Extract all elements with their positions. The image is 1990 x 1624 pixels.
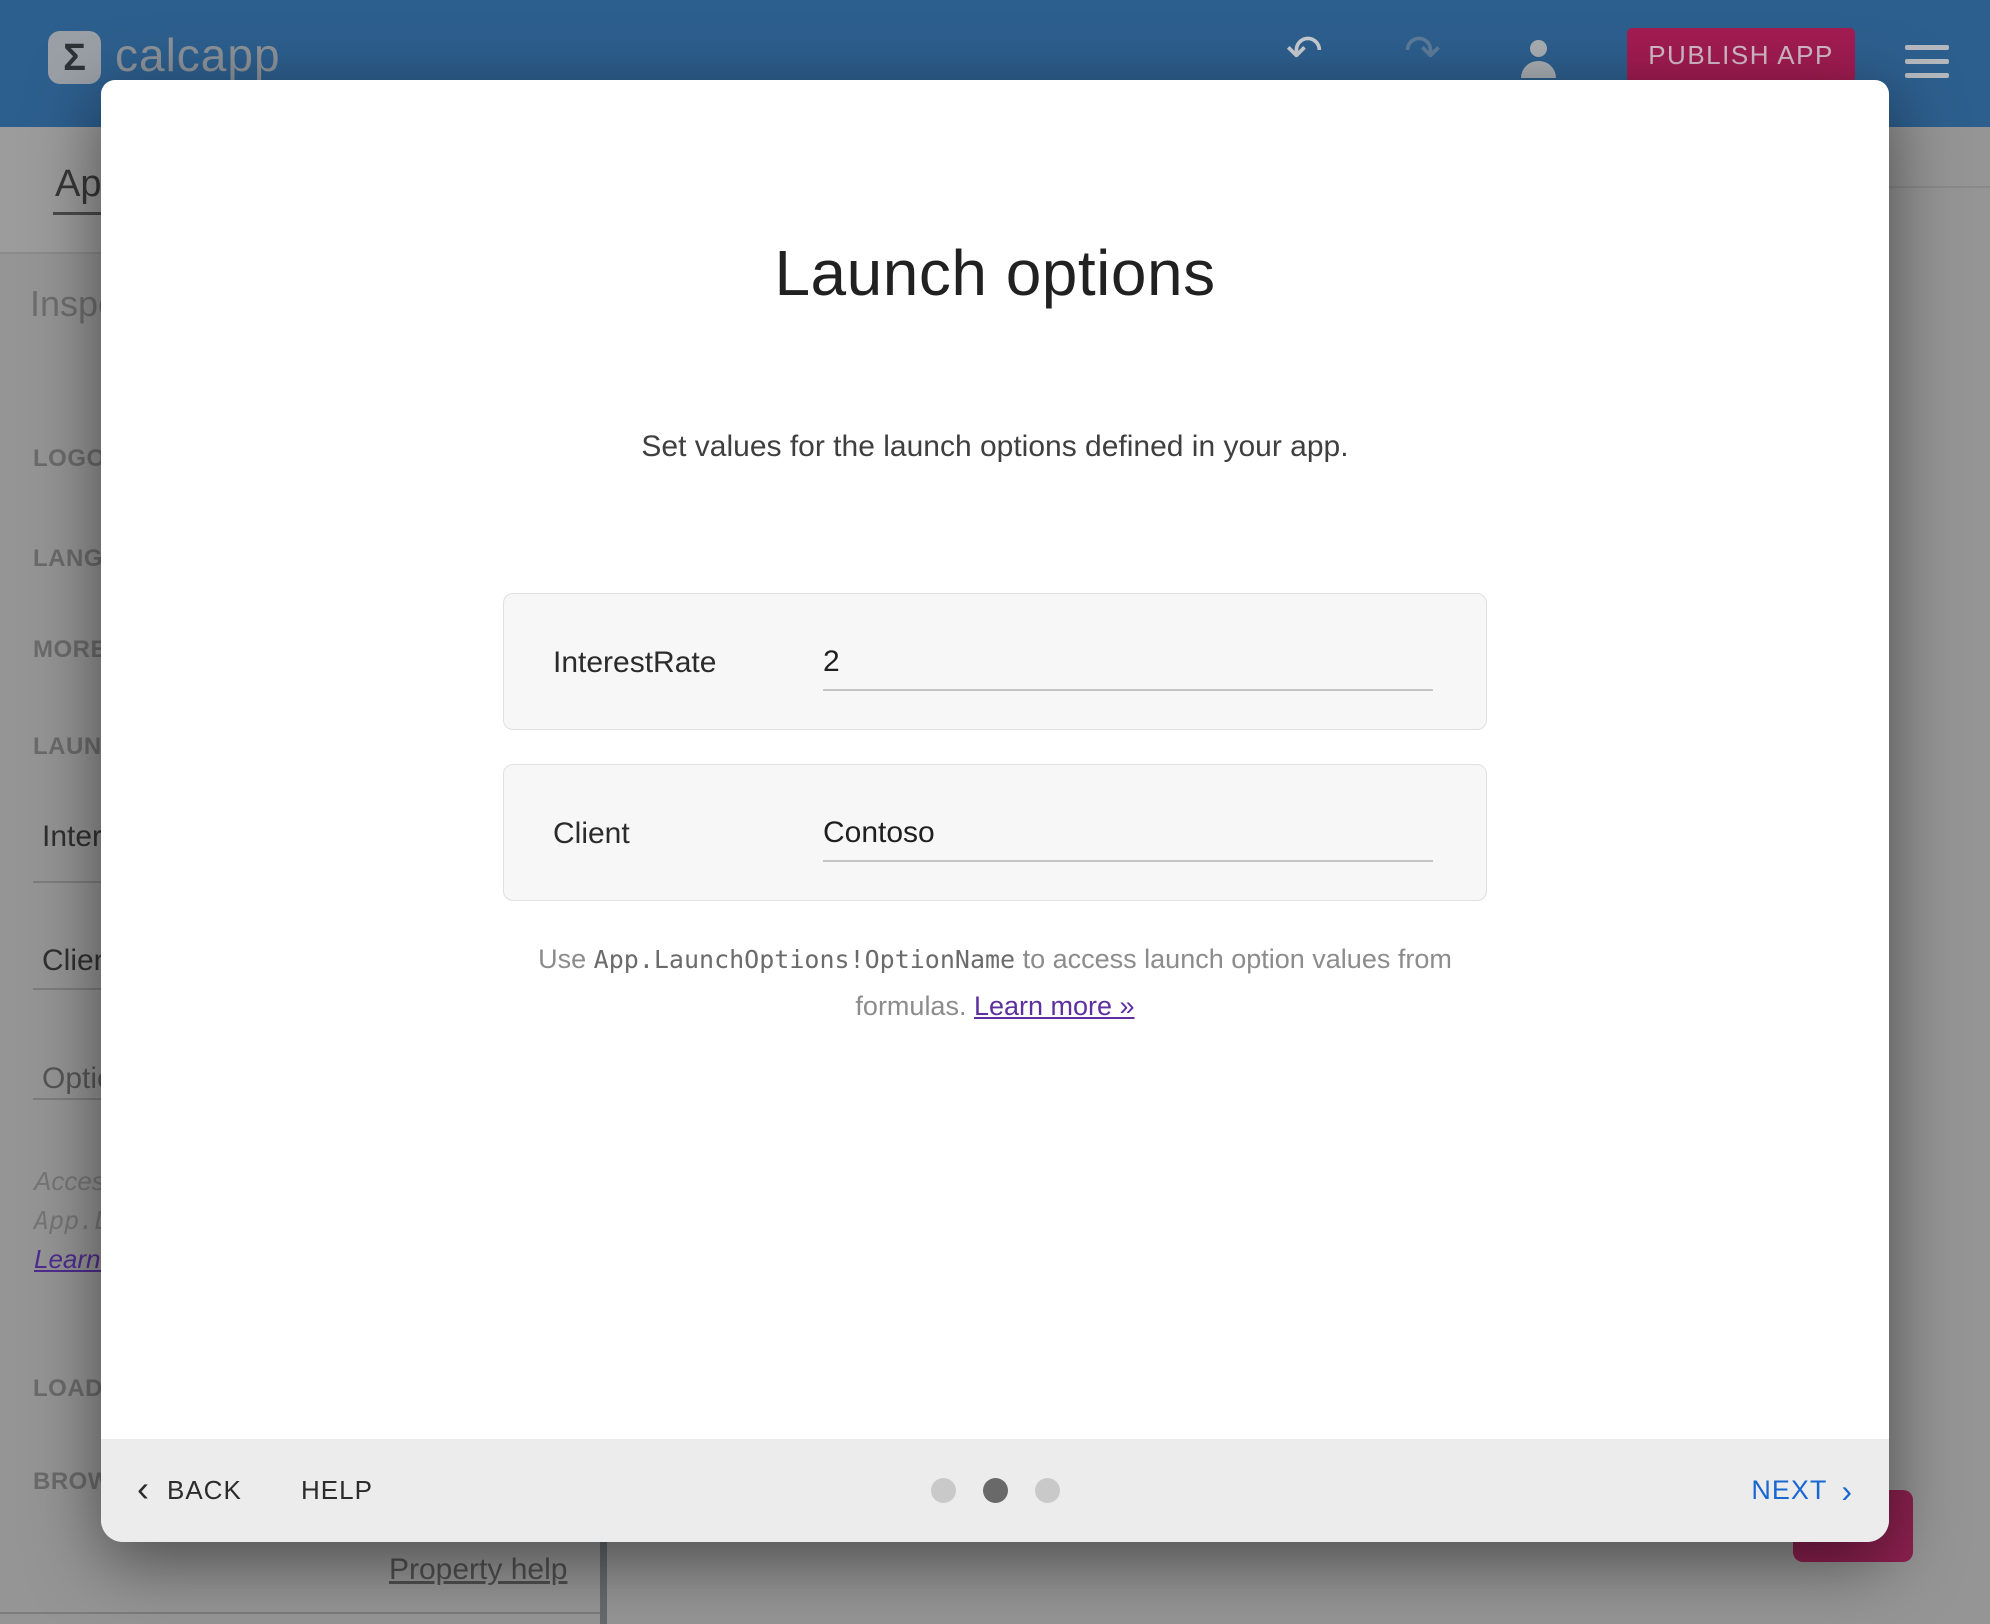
redo-icon[interactable]: ↷ — [1404, 30, 1441, 74]
client-input[interactable]: Contoso — [823, 804, 1433, 862]
brand-wordmark: calcapp — [115, 28, 281, 82]
app-tab-underline — [53, 212, 101, 215]
section-browser: BROWSER — [33, 1468, 101, 1496]
section-language: LANG — [33, 545, 101, 573]
field-label: Client — [553, 765, 630, 902]
pagination-dots — [101, 1439, 1889, 1542]
section-loading: LOADING — [33, 1375, 101, 1403]
bg-note-code: App.Launch — [34, 1206, 101, 1235]
bg-field-underline — [33, 881, 101, 883]
undo-icon[interactable]: ↶ — [1286, 30, 1323, 74]
bg-note-line1: Access la — [34, 1166, 101, 1197]
bg-learn-more-link[interactable]: Learn more — [34, 1244, 101, 1275]
field-label: InterestRate — [553, 594, 716, 731]
pane-splitter — [600, 1542, 607, 1624]
bottom-divider — [0, 1612, 601, 1614]
section-logo: LOGO — [33, 445, 101, 473]
publish-app-button[interactable]: PUBLISH APP — [1627, 28, 1855, 82]
inspector-pane-clipped: App Inspector LOGO LANG MORE LAUNCH Inte… — [0, 0, 101, 1624]
helper-code: App.LaunchOptions!OptionName — [594, 945, 1015, 974]
section-launch-options: LAUNCH — [33, 733, 101, 761]
next-chevron-icon: › — [1841, 1475, 1853, 1507]
section-more: MORE — [33, 636, 101, 664]
interestrate-input[interactable]: 2 — [823, 633, 1433, 691]
dialog-subtitle: Set values for the launch options define… — [101, 430, 1889, 464]
bg-field-interestrate[interactable]: InterestRate — [42, 820, 101, 854]
launch-options-dialog: Launch options Set values for the launch… — [101, 80, 1889, 1542]
dialog-title: Launch options — [101, 236, 1889, 310]
dialog-footer: ‹ BACK HELP NEXT › — [101, 1439, 1889, 1542]
field-card-interestrate: InterestRate 2 — [503, 593, 1487, 730]
learn-more-link[interactable]: Learn more » — [974, 991, 1135, 1021]
account-icon[interactable] — [1519, 40, 1557, 78]
app-name-tab[interactable]: App — [55, 163, 101, 206]
calcapp-designer-screen: Σ calcapp ↶ ↷ PUBLISH APP App Inspector … — [0, 0, 1990, 1624]
bg-field-options[interactable]: Options — [42, 1062, 101, 1096]
account-icon-head — [1530, 40, 1547, 57]
next-label: NEXT — [1751, 1475, 1827, 1506]
bg-field-underline — [33, 1098, 101, 1100]
bg-field-client[interactable]: Client — [42, 944, 101, 978]
account-icon-body — [1521, 61, 1556, 78]
bg-field-underline — [33, 988, 101, 990]
pagination-dot[interactable] — [983, 1478, 1008, 1503]
helper-prefix: Use — [538, 944, 594, 974]
band-divider — [0, 252, 101, 254]
right-pane-divider — [1889, 186, 1990, 188]
menu-icon[interactable] — [1905, 45, 1949, 78]
helper-text: Use App.LaunchOptions!OptionName to acce… — [515, 936, 1475, 1030]
property-help-link[interactable]: Property help — [389, 1553, 567, 1587]
pagination-dot[interactable] — [1035, 1478, 1060, 1503]
field-card-client: Client Contoso — [503, 764, 1487, 901]
next-button[interactable]: NEXT › — [1751, 1439, 1853, 1542]
pagination-dot[interactable] — [931, 1478, 956, 1503]
inspector-title: Inspector — [30, 283, 101, 325]
